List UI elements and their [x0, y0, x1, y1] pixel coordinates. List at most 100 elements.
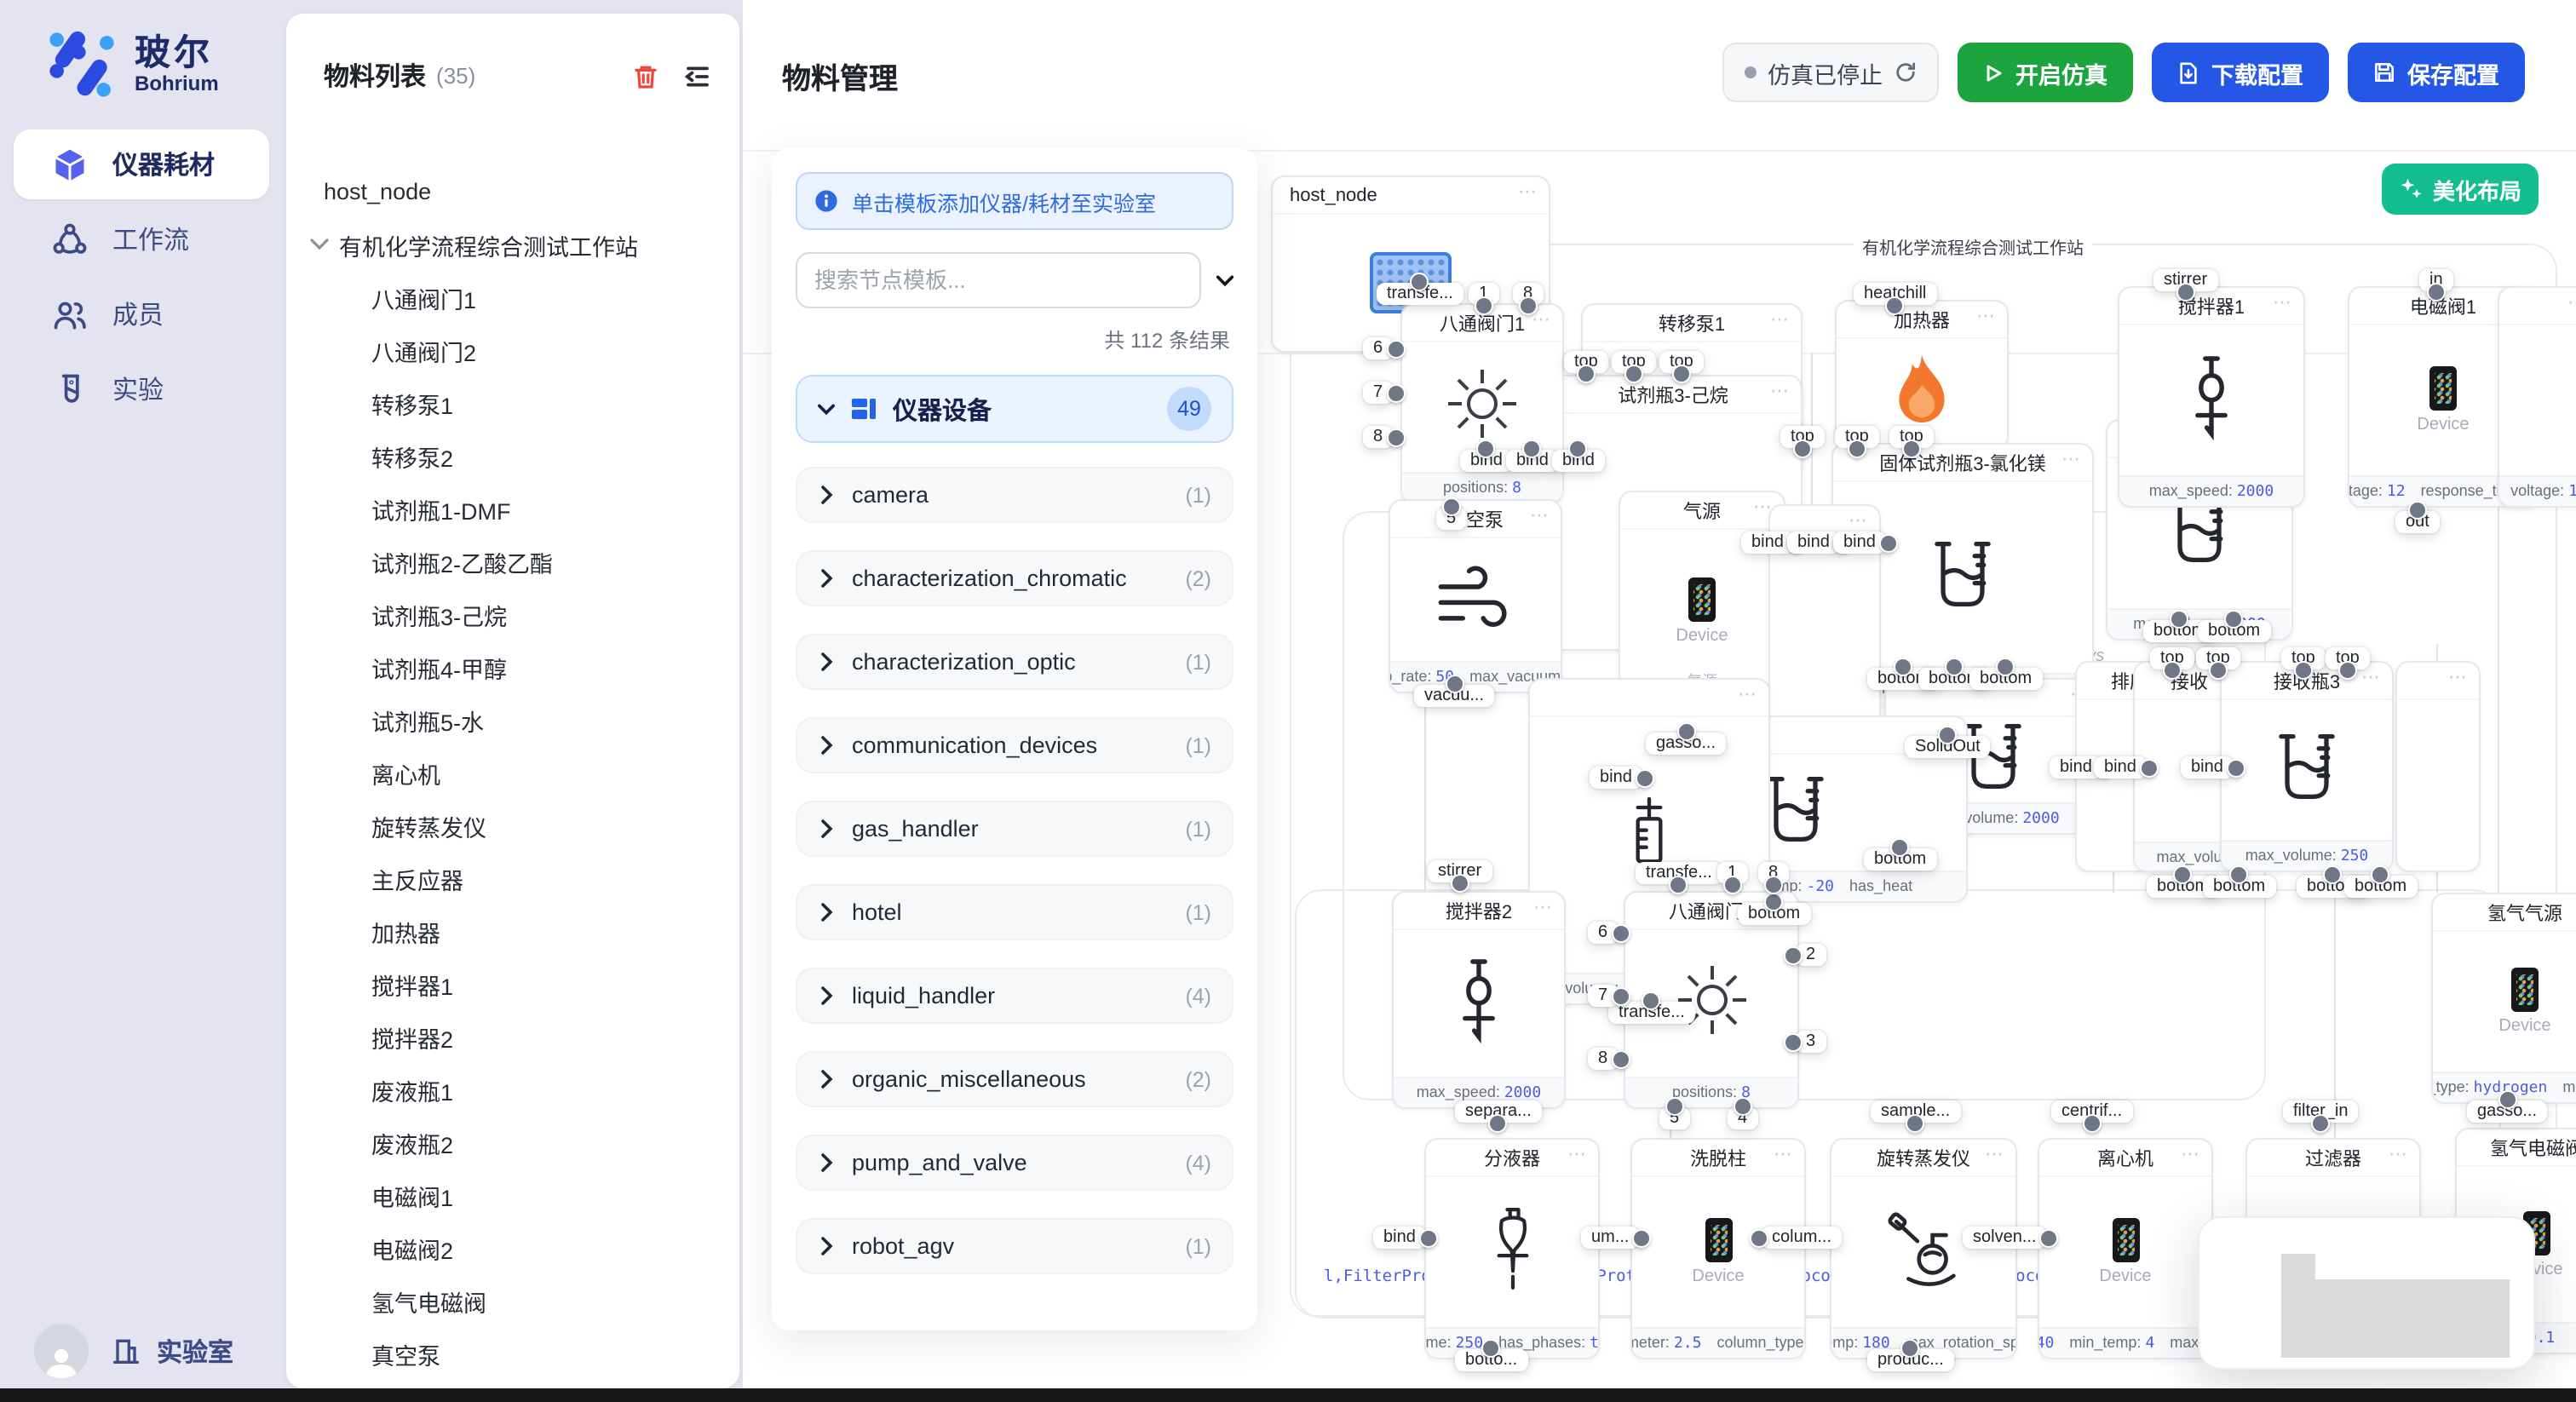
port-handle[interactable]: [2040, 1228, 2059, 1247]
tree-item[interactable]: 离心机: [286, 746, 739, 799]
port-handle[interactable]: [2163, 661, 2182, 680]
canvas-node-旋转蒸发仪[interactable]: 旋转蒸发仪⋯temp: 180max_rotation_spe: [1830, 1138, 2017, 1359]
port-handle[interactable]: [1734, 1097, 1752, 1116]
chevron-down-icon[interactable]: [1216, 272, 1233, 289]
port-handle[interactable]: [1723, 876, 1742, 894]
category-instrument-devices[interactable]: 仪器设备 49: [796, 375, 1233, 443]
collapse-panel-icon[interactable]: [681, 60, 712, 91]
port-chip-top[interactable]: top: [1780, 426, 1825, 448]
tree-item[interactable]: 真空泵: [286, 1327, 739, 1380]
canvas-node[interactable]: ⋯voltage: 12: [2498, 286, 2576, 508]
template-item-characterization_chromatic[interactable]: characterization_chromatic(2): [796, 550, 1233, 606]
port-handle[interactable]: [1489, 1114, 1508, 1133]
port-chip-filterin[interactable]: filter_in: [2283, 1100, 2359, 1123]
port-handle[interactable]: [2372, 865, 2390, 884]
port-handle[interactable]: [2225, 610, 2244, 629]
port-chip-4[interactable]: 4: [1728, 1107, 1757, 1129]
tree-item[interactable]: 试剂瓶4-甲醇: [286, 641, 739, 693]
port-chip-botto[interactable]: botto...: [1455, 1349, 1527, 1371]
port-handle[interactable]: [1902, 440, 1921, 458]
port-handle[interactable]: [1386, 383, 1405, 402]
save-config-button[interactable]: 保存配置: [2348, 43, 2525, 102]
port-handle[interactable]: [1624, 365, 1643, 383]
port-handle[interactable]: [2140, 758, 2159, 777]
port-chip-stirrer[interactable]: stirrer: [1428, 860, 1492, 882]
canvas-node-洗脱柱[interactable]: 洗脱柱⋯Devicediameter: 2.5column_type: si: [1630, 1138, 1806, 1359]
node-menu-icon[interactable]: ⋯: [2361, 666, 2382, 688]
sidebar-item-lab[interactable]: 实验室: [109, 1333, 233, 1369]
port-chip-bottom[interactable]: bottom: [2344, 876, 2417, 898]
port-handle[interactable]: [1419, 1228, 1438, 1247]
port-chip-vacuu[interactable]: vacuu...: [1414, 685, 1494, 707]
port-chip-gasso[interactable]: gasso...: [2467, 1100, 2547, 1123]
port-handle[interactable]: [2427, 283, 2446, 302]
template-item-camera[interactable]: camera(1): [796, 467, 1233, 523]
tree-item[interactable]: 废液瓶2: [286, 1116, 739, 1169]
beautify-layout-button[interactable]: 美化布局: [2382, 164, 2539, 215]
port-handle[interactable]: [1670, 876, 1688, 894]
tree-item[interactable]: 搅拌器1: [286, 957, 739, 1010]
tree-item[interactable]: 电磁阀1: [286, 1169, 739, 1221]
port-chip-top[interactable]: top: [2326, 647, 2370, 669]
sidebar-item-users[interactable]: 成员: [14, 279, 269, 349]
port-handle[interactable]: [1891, 838, 1910, 857]
tree-item[interactable]: 主反应器: [286, 852, 739, 905]
port-chip-2[interactable]: 2: [1796, 944, 1826, 966]
port-handle[interactable]: [2311, 1114, 2330, 1133]
tree-item[interactable]: 氢气电磁阀: [286, 1274, 739, 1327]
port-chip-in[interactable]: in: [2419, 269, 2453, 291]
search-input[interactable]: [796, 252, 1201, 308]
canvas-node-真空泵[interactable]: 真空泵⋯pump_rate: 50max_vacuum: 0.1: [1389, 499, 1562, 693]
node-menu-icon[interactable]: ⋯: [1518, 181, 1538, 203]
port-handle[interactable]: [1411, 273, 1429, 291]
tree-item[interactable]: 旋转蒸发仪: [286, 799, 739, 852]
port-handle[interactable]: [1765, 893, 1784, 911]
port-chip-gasso[interactable]: gasso...: [1646, 733, 1726, 755]
port-chip-bottom[interactable]: bottom: [2198, 620, 2270, 642]
canvas-node-搅拌器1[interactable]: 搅拌器1⋯max_speed: 2000: [2118, 286, 2305, 508]
port-handle[interactable]: [1636, 768, 1654, 787]
port-handle[interactable]: [1477, 440, 1496, 458]
port-chip-top[interactable]: top: [2150, 647, 2194, 669]
sidebar-item-tube[interactable]: 实验: [14, 354, 269, 424]
port-chip-centrif[interactable]: centrif...: [2051, 1100, 2132, 1123]
port-chip-top[interactable]: top: [1564, 351, 1608, 373]
port-handle[interactable]: [1632, 1228, 1651, 1247]
port-handle[interactable]: [1672, 365, 1691, 383]
canvas-node[interactable]: ⋯: [2395, 661, 2481, 872]
port-chip-top[interactable]: top: [1659, 351, 1704, 373]
port-handle[interactable]: [2083, 1114, 2102, 1133]
port-handle[interactable]: [1901, 1339, 1920, 1358]
port-chip-top[interactable]: top: [2196, 647, 2240, 669]
port-handle[interactable]: [1848, 440, 1866, 458]
tree-item[interactable]: 八通阀门1: [286, 271, 739, 324]
port-handle[interactable]: [2209, 661, 2228, 680]
port-chip-out[interactable]: out: [2395, 511, 2440, 533]
port-handle[interactable]: [2294, 661, 2313, 680]
download-config-button[interactable]: 下载配置: [2152, 43, 2329, 102]
delete-icon[interactable]: [630, 60, 661, 91]
canvas-node-气源[interactable]: 气源⋯Device气源: [1619, 491, 1785, 695]
port-chip-transfe[interactable]: transfe...: [1377, 283, 1463, 305]
port-handle[interactable]: [2176, 283, 2195, 302]
node-menu-icon[interactable]: ⋯: [2181, 1143, 2201, 1165]
port-chip-bind[interactable]: bind: [1460, 450, 1513, 472]
canvas-node-氢气气源[interactable]: 氢气气源⋯Device_type: hydrogenmax_pre: [2431, 893, 2576, 1104]
template-item-characterization_optic[interactable]: characterization_optic(1): [796, 634, 1233, 690]
port-chip-bind[interactable]: bind: [1590, 767, 1642, 789]
node-menu-icon[interactable]: ⋯: [2448, 666, 2469, 688]
port-handle[interactable]: [2227, 758, 2245, 777]
tree-item[interactable]: 废液瓶1: [286, 1063, 739, 1116]
port-handle[interactable]: [1879, 533, 1898, 552]
template-item-hotel[interactable]: hotel(1): [796, 884, 1233, 940]
canvas-node-分液器[interactable]: 分液器⋯volume: 250has_phases: true: [1424, 1138, 1600, 1359]
node-menu-icon[interactable]: ⋯: [1849, 509, 1869, 531]
port-chip-bind[interactable]: bind: [2094, 756, 2147, 779]
port-handle[interactable]: [2338, 661, 2357, 680]
canvas-node-接收瓶3[interactable]: 接收瓶3⋯max_volume: 250: [2220, 661, 2394, 872]
port-chip-bottom[interactable]: bottom: [2203, 876, 2275, 898]
port-handle[interactable]: [1676, 722, 1695, 741]
port-handle[interactable]: [1642, 991, 1661, 1010]
tree-item[interactable]: 加热器: [286, 905, 739, 957]
port-handle[interactable]: [1784, 1032, 1803, 1051]
